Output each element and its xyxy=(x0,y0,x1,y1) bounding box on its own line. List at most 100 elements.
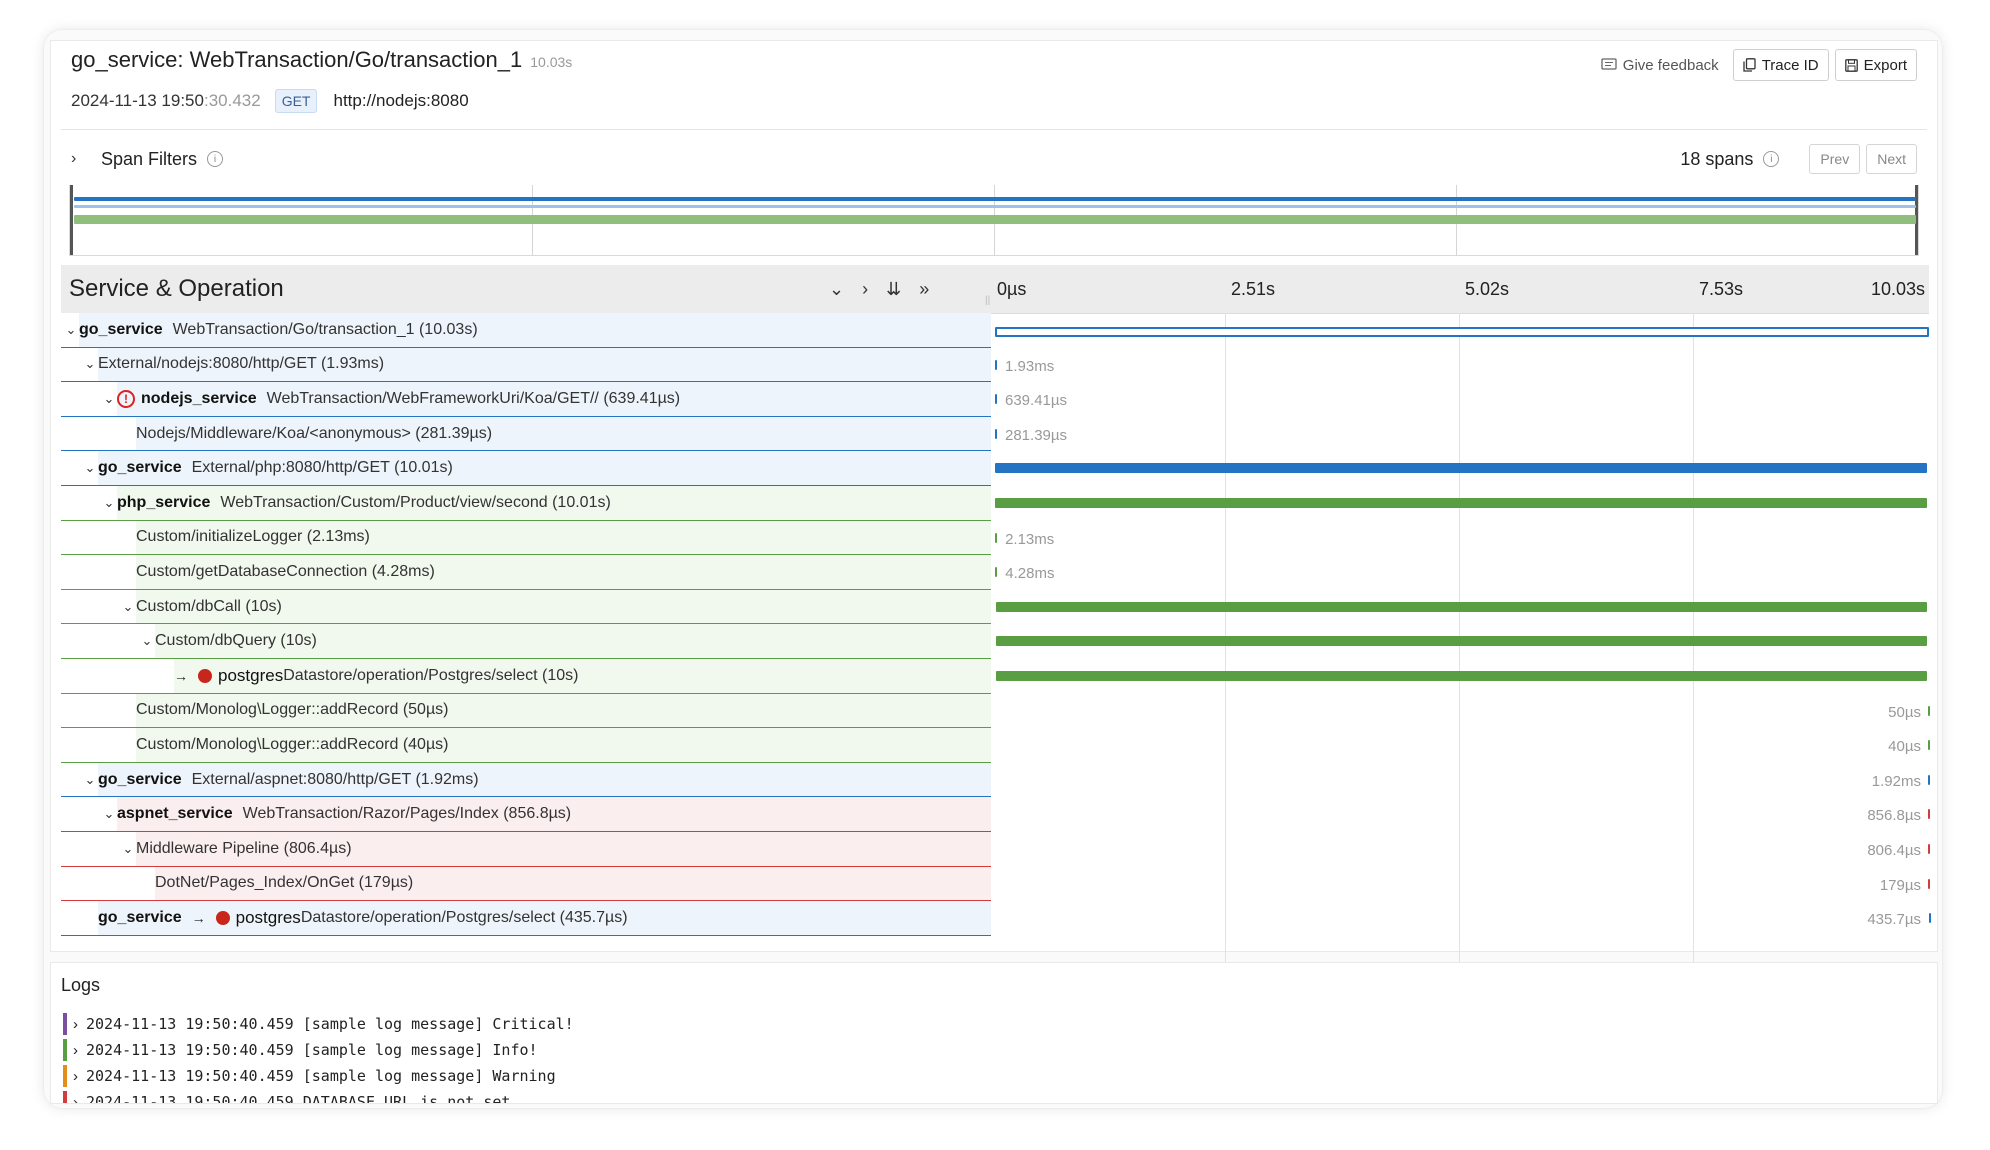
span-bar[interactable] xyxy=(1928,740,1931,751)
span-row[interactable]: Custom/initializeLogger (2.13ms) 2.13ms xyxy=(61,520,1929,556)
span-label[interactable]: ⌄ go_service External/php:8080/http/GET (1… xyxy=(61,451,991,486)
span-bar[interactable] xyxy=(995,359,997,370)
span-bar[interactable] xyxy=(995,532,998,543)
span-bar[interactable] xyxy=(995,670,1927,681)
span-bar[interactable] xyxy=(995,463,1928,474)
chevron-down-icon[interactable]: ⌄ xyxy=(120,841,136,857)
info-icon[interactable]: i xyxy=(207,151,224,167)
chevron-down-icon[interactable]: ⌄ xyxy=(139,633,155,649)
operation-name: WebTransaction/Custom/Product/view/secon… xyxy=(220,493,611,511)
span-label[interactable]: ⌄ Middleware Pipeline (806.4µs) xyxy=(61,831,991,867)
span-bar[interactable] xyxy=(995,636,1927,647)
give-feedback-link[interactable]: Give feedback xyxy=(1601,57,1719,74)
span-label[interactable]: ⌄ Custom/dbCall (10s) xyxy=(61,589,991,625)
span-label[interactable]: Nodejs/Middleware/Koa/<anonymous> (281.3… xyxy=(61,416,991,452)
span-bar[interactable] xyxy=(1928,774,1931,785)
expand-one-icon[interactable]: › xyxy=(862,279,868,300)
span-bar[interactable] xyxy=(995,601,1927,612)
span-row[interactable]: DotNet/Pages_Index/OnGet (179µs) 179µs xyxy=(61,866,1931,902)
span-label[interactable]: ⌄! nodejs_service WebTransaction/WebFramew… xyxy=(61,382,991,417)
trace-minimap[interactable] xyxy=(69,185,1919,256)
span-row[interactable]: Custom/getDatabaseConnection (4.28ms) 4.2… xyxy=(61,555,1929,590)
service-name: go_service xyxy=(98,908,182,926)
span-row[interactable]: go_service → postgres Datastore/operation/P… xyxy=(61,901,1931,936)
span-row[interactable]: ⌄! nodejs_service WebTransaction/WebFramew… xyxy=(61,382,1929,417)
chevron-down-icon[interactable]: ⌄ xyxy=(101,495,117,511)
span-row[interactable]: ⌄ Middleware Pipeline (806.4µs) 806.4µs xyxy=(61,831,1931,867)
span-label[interactable]: Custom/Monolog\Logger::addRecord (40µs) xyxy=(61,728,991,763)
chevron-down-icon[interactable]: ⌄ xyxy=(82,356,98,372)
chevron-right-icon[interactable]: › xyxy=(73,1016,78,1033)
span-label[interactable]: DotNet/Pages_Index/OnGet (179µs) xyxy=(61,866,991,902)
span-label[interactable]: ⌄ go_service External/aspnet:8080/http/GET… xyxy=(61,762,991,798)
minimap-span-go xyxy=(74,197,1916,201)
log-line[interactable]: › 2024-11-13 19:50:40.459 DATABASE_URL is… xyxy=(63,1091,510,1104)
span-bar[interactable] xyxy=(1928,843,1931,854)
span-row[interactable]: Custom/Monolog\Logger::addRecord (40µs) 4… xyxy=(61,728,1931,763)
chevron-down-icon[interactable]: ⌄ xyxy=(82,772,98,788)
span-bar[interactable] xyxy=(995,497,1928,508)
chevron-right-icon[interactable]: › xyxy=(73,1094,78,1104)
span-bar[interactable] xyxy=(1928,705,1931,716)
log-message: 2024-11-13 19:50:40.459 [sample log mess… xyxy=(86,1067,556,1085)
span-row[interactable]: → postgres Datastore/operation/Postgres/se… xyxy=(61,658,1929,694)
time-tick-label: 2.51s xyxy=(1231,279,1276,299)
chevron-right-icon[interactable]: › xyxy=(73,1068,78,1085)
expand-all-icon[interactable]: » xyxy=(919,279,929,300)
http-method-badge: GET xyxy=(274,89,318,113)
log-line[interactable]: › 2024-11-13 19:50:40.459 [sample log mes… xyxy=(63,1013,574,1035)
span-row[interactable]: ⌄ aspnet_service WebTransaction/Razor/Page… xyxy=(61,797,1931,832)
span-label[interactable]: Custom/getDatabaseConnection (4.28ms) xyxy=(61,555,991,590)
span-row[interactable]: ⌄ External/nodejs:8080/http/GET (1.93ms) 1… xyxy=(61,347,1929,383)
span-bar[interactable] xyxy=(995,428,997,439)
log-line[interactable]: › 2024-11-13 19:50:40.459 [sample log mes… xyxy=(63,1065,556,1087)
export-button[interactable]: Export xyxy=(1834,49,1917,81)
span-row[interactable]: ⌄ Custom/dbQuery (10s) xyxy=(61,624,1929,659)
span-bar[interactable] xyxy=(995,327,1929,337)
span-label[interactable]: ⌄ External/nodejs:8080/http/GET (1.93ms) xyxy=(61,347,991,383)
log-line[interactable]: › 2024-11-13 19:50:40.459 [sample log mes… xyxy=(63,1039,538,1061)
span-label[interactable]: ⌄ php_service WebTransaction/Custom/Produc… xyxy=(61,485,991,521)
span-bar[interactable] xyxy=(995,394,997,405)
error-icon: ! xyxy=(117,389,135,408)
span-bar[interactable] xyxy=(995,567,998,578)
span-row[interactable]: ⌄ php_service WebTransaction/Custom/Produc… xyxy=(61,485,1929,521)
span-row[interactable]: ⌄ Custom/dbCall (10s) xyxy=(61,589,1929,625)
severity-marker xyxy=(63,1039,67,1061)
span-label[interactable]: ⌄ Custom/dbQuery (10s) xyxy=(61,624,991,659)
span-row[interactable]: Nodejs/Middleware/Koa/<anonymous> (281.3… xyxy=(61,416,1929,452)
chevron-down-icon[interactable]: ⌄ xyxy=(101,806,117,822)
span-row[interactable]: ⌄ go_service WebTransaction/Go/transaction… xyxy=(61,313,1929,348)
chevron-down-icon[interactable]: ⌄ xyxy=(82,460,98,476)
minimap-handle-left[interactable] xyxy=(70,185,73,255)
span-row[interactable]: ⌄ go_service External/php:8080/http/GET (1… xyxy=(61,451,1929,486)
collapse-all-icon[interactable]: ⇊ xyxy=(886,279,901,300)
next-button[interactable]: Next xyxy=(1866,144,1917,174)
collapse-one-icon[interactable]: ⌄ xyxy=(829,279,844,300)
span-row[interactable]: Custom/Monolog\Logger::addRecord (50µs) 5… xyxy=(61,693,1931,729)
trace-id-button[interactable]: Trace ID xyxy=(1732,49,1829,81)
span-row[interactable]: ⌄ go_service External/aspnet:8080/http/GET… xyxy=(61,762,1931,798)
info-icon[interactable]: i xyxy=(1763,151,1780,167)
span-filters-toggle[interactable]: Span Filters xyxy=(101,149,197,170)
chevron-down-icon[interactable]: ⌄ xyxy=(120,599,136,615)
span-label[interactable]: → postgres Datastore/operation/Postgres/se… xyxy=(61,658,991,694)
span-duration-label: 639.41µs xyxy=(1005,392,1068,410)
span-label[interactable]: Custom/Monolog\Logger::addRecord (50µs) xyxy=(61,693,991,729)
span-label[interactable]: go_service → postgres Datastore/operation/P… xyxy=(61,901,991,936)
span-bar[interactable] xyxy=(1928,878,1931,889)
span-label[interactable]: ⌄ go_service WebTransaction/Go/transaction… xyxy=(61,313,991,348)
chevron-down-icon[interactable]: ⌄ xyxy=(101,391,117,407)
span-label[interactable]: ⌄ aspnet_service WebTransaction/Razor/Page… xyxy=(61,797,991,832)
span-label[interactable]: Custom/initializeLogger (2.13ms) xyxy=(61,520,991,556)
span-bar[interactable] xyxy=(1928,809,1931,820)
chevron-right-icon[interactable]: › xyxy=(73,1042,78,1059)
prev-button[interactable]: Prev xyxy=(1809,144,1861,174)
trace-title: go_service: WebTransaction/Go/transactio… xyxy=(71,47,573,72)
service-name: go_service xyxy=(98,770,182,788)
span-bar[interactable] xyxy=(1928,913,1931,924)
chevron-down-icon[interactable]: ⌄ xyxy=(63,322,79,338)
column-resizer[interactable]: || xyxy=(985,295,990,306)
chevron-right-icon[interactable]: › xyxy=(71,150,91,168)
span-duration-label: 2.13ms xyxy=(1005,530,1055,548)
